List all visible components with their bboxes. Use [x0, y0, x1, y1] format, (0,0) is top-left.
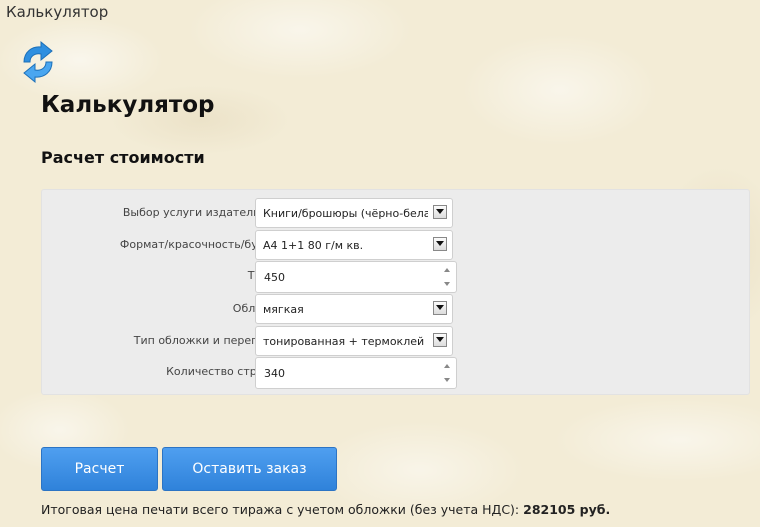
window-title: Калькулятор: [6, 3, 109, 21]
quantity-value: 450: [264, 271, 285, 284]
pages-value: 340: [264, 367, 285, 380]
page-title: Калькулятор: [41, 92, 215, 118]
chevron-down-icon[interactable]: [433, 205, 447, 219]
refresh-icon: [23, 40, 53, 84]
service-row: Выбор услуги издательство: Книги/брошюры…: [42, 198, 749, 228]
cover-select[interactable]: мягкая: [255, 294, 453, 324]
chevron-down-icon[interactable]: [433, 301, 447, 315]
calculator-form: Выбор услуги издательство: Книги/брошюры…: [41, 189, 750, 395]
service-value: Книги/брошюры (чёрно-белая: [263, 207, 428, 220]
cover-value: мягкая: [263, 303, 304, 316]
quantity-stepper[interactable]: 450: [255, 261, 457, 293]
spinner-icon[interactable]: [442, 264, 454, 290]
format-select[interactable]: А4 1+1 80 г/м кв.: [255, 230, 453, 260]
calculate-button[interactable]: Расчет: [41, 447, 158, 491]
chevron-down-icon[interactable]: [433, 237, 447, 251]
quantity-row: Тираж: 450: [42, 261, 749, 293]
total-amount: 282105 руб.: [523, 502, 611, 517]
service-select[interactable]: Книги/брошюры (чёрно-белая: [255, 198, 453, 228]
binding-row: Тип обложки и переплета: тонированная + …: [42, 326, 749, 356]
section-title: Расчет стоимости: [41, 148, 205, 167]
cover-row: Обложка: мягкая: [42, 294, 749, 324]
order-button[interactable]: Оставить заказ: [162, 447, 337, 491]
format-value: А4 1+1 80 г/м кв.: [263, 239, 364, 252]
total-label: Итоговая цена печати всего тиража с учет…: [41, 502, 524, 517]
total-price: Итоговая цена печати всего тиража с учет…: [41, 502, 610, 517]
binding-select[interactable]: тонированная + термоклей: [255, 326, 453, 356]
pages-stepper[interactable]: 340: [255, 357, 457, 389]
binding-value: тонированная + термоклей: [263, 335, 425, 348]
chevron-down-icon[interactable]: [433, 333, 447, 347]
spinner-icon[interactable]: [442, 360, 454, 386]
format-row: Формат/красочность/бумага: А4 1+1 80 г/м…: [42, 230, 749, 260]
pages-row: Количество страниц: 340: [42, 357, 749, 389]
